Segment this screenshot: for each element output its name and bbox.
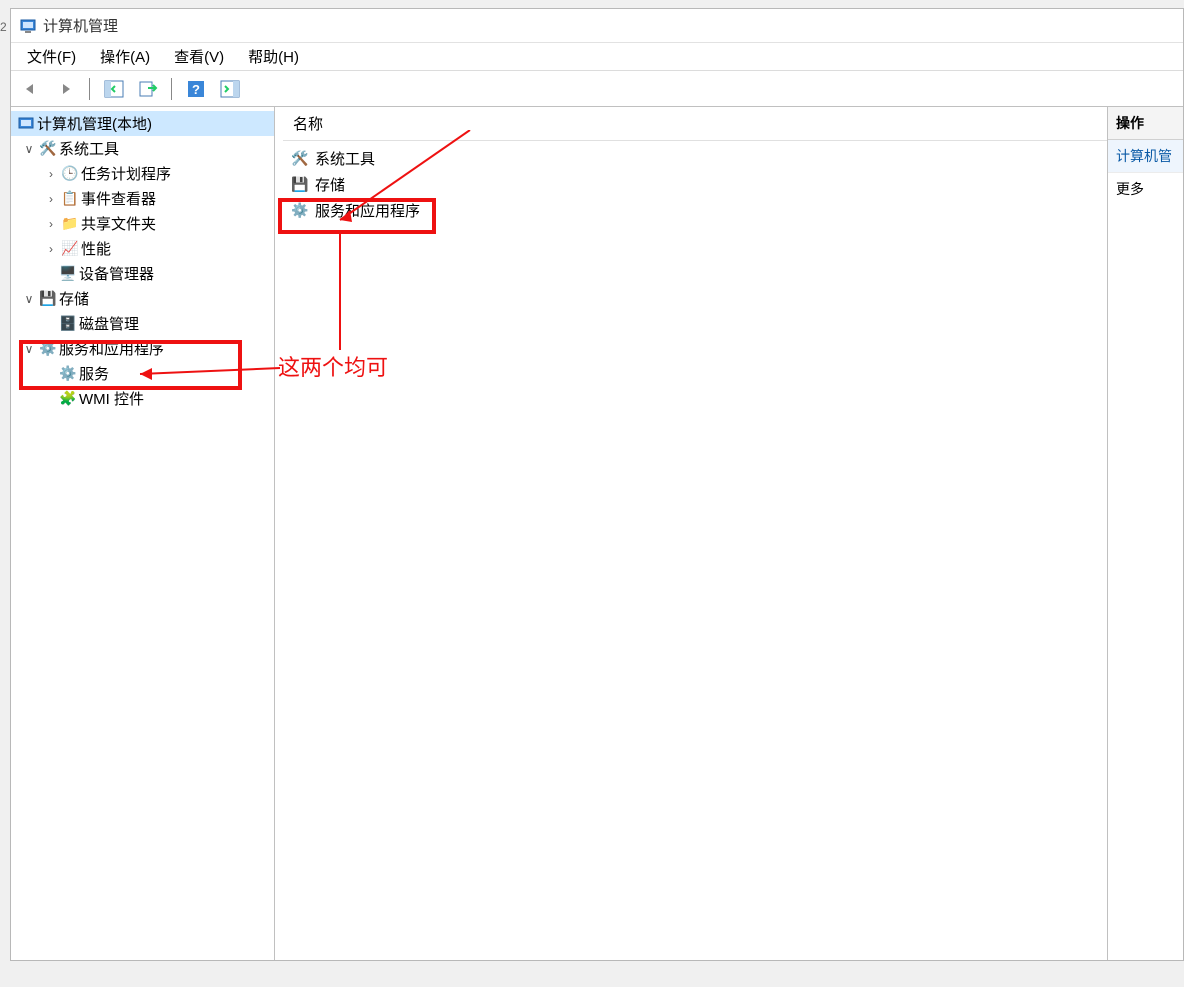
gear-icon: ⚙️ [59, 365, 77, 383]
chevron-right-icon[interactable]: › [43, 192, 59, 206]
disk-icon: 🗄️ [59, 315, 77, 333]
tree-label: 计算机管理(本地) [37, 113, 152, 134]
tree-system-tools[interactable]: ∨ 🛠️ 系统工具 [11, 136, 274, 161]
content-area: 计算机管理(本地) ∨ 🛠️ 系统工具 › 🕒 任务计划程序 › 📋 事件查看器 [11, 107, 1183, 960]
list-panel: 名称 🛠️ 系统工具 💾 存储 ⚙️ 服务和应用程序 [283, 107, 1108, 960]
help-button[interactable]: ? [181, 75, 211, 103]
wmi-icon: 🧩 [59, 390, 77, 408]
show-action-pane-button[interactable] [215, 75, 245, 103]
chevron-down-icon[interactable]: ∨ [21, 342, 37, 356]
tree-shared-folders[interactable]: › 📁 共享文件夹 [11, 211, 274, 236]
tree-label: 任务计划程序 [81, 163, 171, 184]
list-item-services-apps[interactable]: ⚙️ 服务和应用程序 [283, 197, 1107, 223]
chevron-right-icon[interactable]: › [43, 242, 59, 256]
tree-event-viewer[interactable]: › 📋 事件查看器 [11, 186, 274, 211]
tree-label: 服务 [79, 363, 109, 384]
tools-icon: 🛠️ [291, 149, 309, 167]
list-item-system-tools[interactable]: 🛠️ 系统工具 [283, 145, 1107, 171]
tree-label: 性能 [81, 238, 111, 259]
actions-panel: 操作 计算机管 更多 [1108, 107, 1183, 960]
list-item-label: 系统工具 [315, 148, 375, 169]
tree-label: 存储 [59, 288, 89, 309]
tree-label: 服务和应用程序 [59, 338, 164, 359]
list-item-label: 存储 [315, 174, 345, 195]
tree-label: 事件查看器 [81, 188, 156, 209]
chevron-right-icon[interactable]: › [43, 217, 59, 231]
computer-management-icon [17, 115, 35, 133]
actions-context[interactable]: 计算机管 [1108, 140, 1183, 173]
list-item-label: 服务和应用程序 [315, 200, 420, 221]
tree-task-scheduler[interactable]: › 🕒 任务计划程序 [11, 161, 274, 186]
export-button[interactable] [133, 75, 163, 103]
tree-panel[interactable]: 计算机管理(本地) ∨ 🛠️ 系统工具 › 🕒 任务计划程序 › 📋 事件查看器 [11, 107, 275, 960]
svg-text:?: ? [192, 82, 200, 97]
services-apps-icon: ⚙️ [291, 201, 309, 219]
tree-performance[interactable]: › 📈 性能 [11, 236, 274, 261]
tools-icon: 🛠️ [39, 140, 57, 158]
list-item-storage[interactable]: 💾 存储 [283, 171, 1107, 197]
tree-label: 系统工具 [59, 138, 119, 159]
tree-device-manager[interactable]: 🖥️ 设备管理器 [11, 261, 274, 286]
actions-more[interactable]: 更多 [1108, 173, 1183, 205]
toolbar: ? [11, 71, 1183, 107]
list-header-name[interactable]: 名称 [283, 107, 1107, 141]
tree-label: WMI 控件 [79, 388, 144, 409]
tree-root[interactable]: 计算机管理(本地) [11, 111, 274, 136]
menubar: 文件(F) 操作(A) 查看(V) 帮助(H) [11, 43, 1183, 71]
menu-view[interactable]: 查看(V) [164, 43, 234, 70]
performance-icon: 📈 [61, 240, 79, 258]
list-body: 🛠️ 系统工具 💾 存储 ⚙️ 服务和应用程序 [283, 141, 1107, 227]
actions-header: 操作 [1108, 107, 1183, 140]
tree-services-apps[interactable]: ∨ ⚙️ 服务和应用程序 [11, 336, 274, 361]
clock-icon: 🕒 [61, 165, 79, 183]
tree-wmi-control[interactable]: 🧩 WMI 控件 [11, 386, 274, 411]
chevron-right-icon[interactable]: › [43, 167, 59, 181]
back-button[interactable] [17, 75, 47, 103]
storage-icon: 💾 [39, 290, 57, 308]
event-log-icon: 📋 [61, 190, 79, 208]
storage-icon: 💾 [291, 175, 309, 193]
titlebar[interactable]: 计算机管理 [11, 9, 1183, 43]
tree-label: 共享文件夹 [81, 213, 156, 234]
toolbar-separator [89, 78, 91, 100]
left-gutter: 2 [0, 0, 10, 960]
toolbar-separator [171, 78, 173, 100]
tree-disk-management[interactable]: 🗄️ 磁盘管理 [11, 311, 274, 336]
window-title: 计算机管理 [43, 15, 118, 36]
chevron-down-icon[interactable]: ∨ [21, 142, 37, 156]
app-window: 计算机管理 文件(F) 操作(A) 查看(V) 帮助(H) ? [10, 8, 1184, 961]
tree-storage[interactable]: ∨ 💾 存储 [11, 286, 274, 311]
menu-help[interactable]: 帮助(H) [238, 43, 309, 70]
device-manager-icon: 🖥️ [59, 265, 77, 283]
menu-file[interactable]: 文件(F) [17, 43, 86, 70]
forward-button[interactable] [51, 75, 81, 103]
computer-management-icon [19, 17, 37, 35]
chevron-down-icon[interactable]: ∨ [21, 292, 37, 306]
tree-label: 设备管理器 [79, 263, 154, 284]
tree-label: 磁盘管理 [79, 313, 139, 334]
services-apps-icon: ⚙️ [39, 340, 57, 358]
menu-action[interactable]: 操作(A) [90, 43, 160, 70]
shared-folder-icon: 📁 [61, 215, 79, 233]
show-hide-tree-button[interactable] [99, 75, 129, 103]
tree-services[interactable]: ⚙️ 服务 [11, 361, 274, 386]
